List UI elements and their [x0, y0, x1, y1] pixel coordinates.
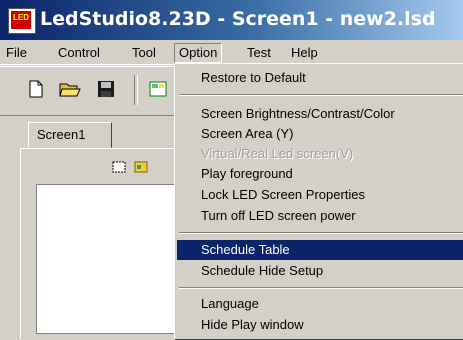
menu-item-schedule-table[interactable]: Schedule Table [177, 240, 463, 260]
menu-separator [179, 94, 463, 96]
save-icon[interactable] [94, 77, 118, 101]
menu-item-brightness[interactable]: Screen Brightness/Contrast/Color [177, 104, 463, 124]
menu-item-play-foreground[interactable]: Play foreground [177, 164, 463, 184]
menu-tool[interactable]: Tool [128, 44, 160, 62]
menu-item-screen-area[interactable]: Screen Area (Y) [177, 124, 463, 144]
option-menu-dropdown: Restore to Default Screen Brightness/Con… [174, 63, 463, 340]
small-frame-icon[interactable] [112, 160, 126, 174]
menu-help[interactable]: Help [287, 44, 322, 62]
menu-separator [179, 287, 463, 289]
menu-item-lock-properties[interactable]: Lock LED Screen Properties [177, 185, 463, 205]
menu-test[interactable]: Test [243, 44, 275, 62]
screen-icon[interactable] [146, 77, 170, 101]
menu-option[interactable]: Option [174, 43, 223, 63]
menu-control[interactable]: Control [54, 44, 104, 62]
menu-file[interactable]: File [2, 44, 31, 62]
window-title: LedStudio8.23D - Screen1 - new2.lsd [40, 8, 436, 30]
menu-item-virtual-real: Virtual/Real Led screen(V) [201, 146, 354, 161]
led-logo-icon: LED [11, 11, 31, 29]
small-image-icon[interactable] [134, 160, 148, 174]
new-file-icon[interactable] [24, 77, 48, 101]
open-folder-icon[interactable] [58, 77, 82, 101]
menu-bar: File Control Tool Option Test Help [0, 40, 463, 65]
menu-item-turn-off-power[interactable]: Turn off LED screen power [177, 206, 463, 226]
title-bar: LED LedStudio8.23D - Screen1 - new2.lsd [0, 0, 463, 40]
toolbar-separator [134, 75, 138, 105]
menu-item-hide-play-window[interactable]: Hide Play window [177, 315, 463, 335]
tab-screen1[interactable]: Screen1 [28, 122, 112, 148]
menu-separator [179, 232, 463, 234]
menu-item-language[interactable]: Language [177, 294, 463, 314]
app-icon-text: LED [13, 13, 29, 22]
app-icon[interactable]: LED [8, 8, 36, 34]
menu-item-restore-default[interactable]: Restore to Default [177, 68, 463, 88]
menu-item-schedule-hide[interactable]: Schedule Hide Setup [177, 261, 463, 281]
